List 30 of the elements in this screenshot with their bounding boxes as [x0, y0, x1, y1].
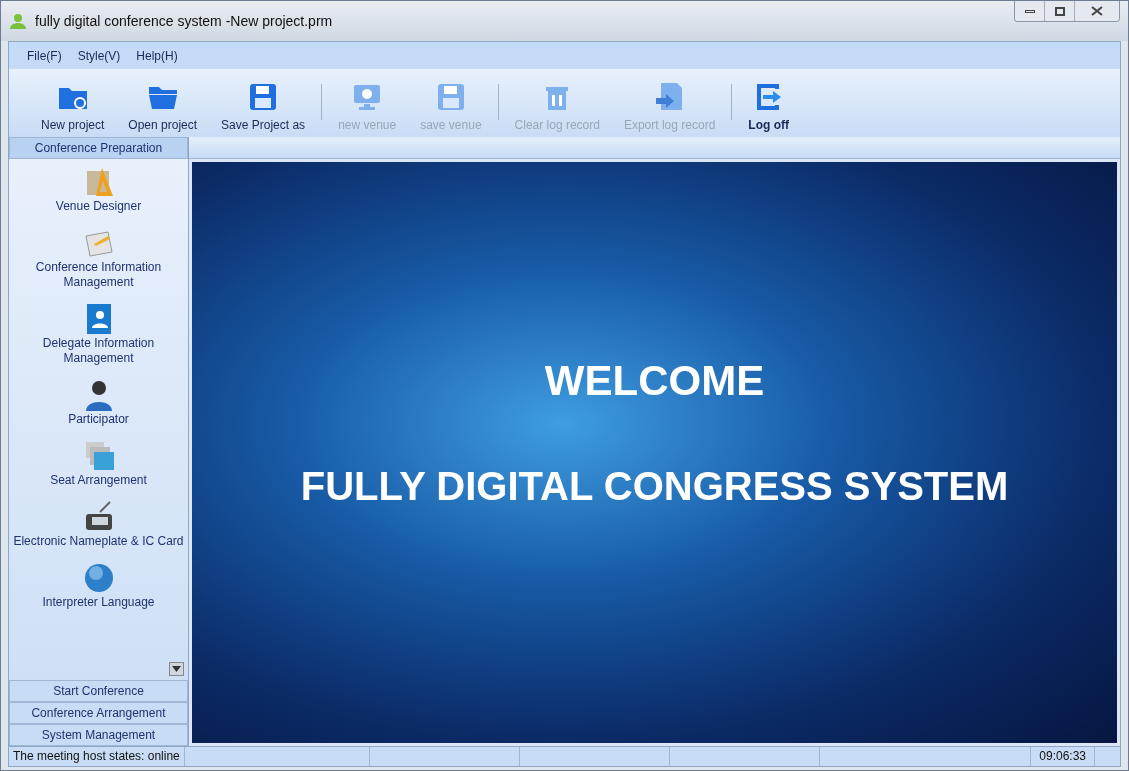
- sidebar-item[interactable]: Seat Arrangement: [9, 439, 188, 492]
- menu-item[interactable]: Style(V): [77, 46, 121, 65]
- sidebar-item[interactable]: Interpreter Language: [9, 561, 188, 614]
- sidebar-item[interactable]: Venue Designer: [9, 165, 188, 218]
- welcome-subheading: FULLY DIGITAL CONGRESS SYSTEM: [300, 463, 1009, 510]
- sidebar-item[interactable]: Conference Information Management: [9, 226, 188, 294]
- maximize-button[interactable]: [1045, 1, 1075, 21]
- status-text: The meeting host states: online: [9, 747, 185, 766]
- menu-item[interactable]: Help(H): [136, 46, 178, 65]
- minimize-button[interactable]: [1015, 1, 1045, 21]
- toolbar-button[interactable]: New project: [29, 80, 117, 134]
- sidebar-group-header[interactable]: Conference Preparation: [9, 137, 188, 159]
- scroll-down-button[interactable]: [169, 662, 184, 676]
- window-title: fully digital conference system -New project.prm: [35, 11, 333, 31]
- person-icon: [9, 12, 27, 30]
- sidebar-group-header[interactable]: Conference Arrangement: [9, 702, 188, 724]
- status-time: 09:06:33: [1030, 747, 1094, 766]
- toolbar-button[interactable]: Open project: [116, 80, 210, 134]
- sidebar-item[interactable]: Electronic Nameplate & IC Card: [9, 500, 188, 553]
- sidebar-group-header[interactable]: Start Conference: [9, 680, 188, 702]
- toolbar-button[interactable]: Log off: [736, 80, 801, 134]
- welcome-heading: WELCOME: [544, 356, 765, 406]
- close-button[interactable]: [1075, 1, 1119, 21]
- close-icon: [1091, 6, 1103, 16]
- menu-item[interactable]: File(F): [27, 46, 62, 65]
- sidebar-item[interactable]: Delegate Information Management: [9, 302, 188, 370]
- caret-down-icon: [172, 666, 181, 672]
- toolbar-button[interactable]: Save Project as: [209, 80, 318, 134]
- sidebar-item[interactable]: Participator: [9, 378, 188, 431]
- sidebar-group-header[interactable]: System Management: [9, 724, 188, 746]
